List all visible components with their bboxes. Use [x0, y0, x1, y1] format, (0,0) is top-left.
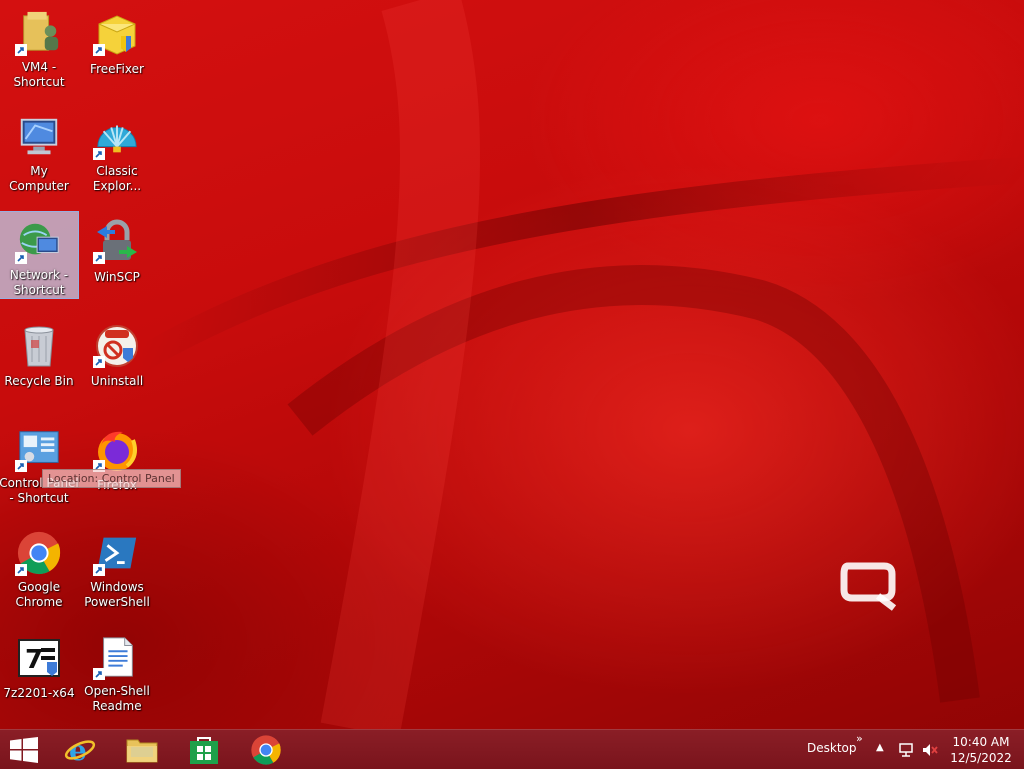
- 7zip-icon: 7: [18, 639, 60, 677]
- shortcut-arrow-icon: [15, 44, 27, 56]
- computer-icon: [20, 118, 58, 155]
- desktop-toolbar-label[interactable]: Desktop: [807, 741, 857, 755]
- desktop-icon-google-chrome[interactable]: Google Chrome: [0, 524, 78, 610]
- shortcut-arrow-icon: [15, 564, 27, 576]
- icon-label: FreeFixer: [90, 62, 144, 76]
- store-icon: [190, 736, 218, 764]
- icon-label: Open-Shell Readme: [84, 684, 150, 713]
- taskbar-internet-explorer[interactable]: e: [52, 730, 108, 769]
- shortcut-arrow-icon: [93, 252, 105, 264]
- icon-label: Google Chrome: [15, 580, 63, 609]
- desktop-icon-uninstall[interactable]: Uninstall: [78, 316, 156, 402]
- icon-label: Recycle Bin: [4, 374, 74, 388]
- taskbar-google-chrome[interactable]: [238, 730, 294, 769]
- start-button[interactable]: [0, 730, 48, 769]
- desktop-icon-windows-powershell[interactable]: Windows PowerShell: [78, 524, 156, 610]
- brand-logo: [840, 562, 897, 611]
- clock-date: 12/5/2022: [950, 751, 1012, 765]
- volume-muted-icon[interactable]: [922, 742, 938, 758]
- svg-text:7: 7: [25, 645, 43, 675]
- icon-label: 7z2201-x64: [3, 686, 75, 700]
- svg-text:e: e: [69, 734, 87, 766]
- desktop-icon-freefixer[interactable]: FreeFixer: [78, 4, 156, 90]
- shortcut-arrow-icon: [15, 460, 27, 472]
- clock-time: 10:40 AM: [952, 735, 1010, 749]
- recycle-bin-icon: [24, 326, 54, 367]
- ie-icon: e: [64, 734, 96, 766]
- icon-label: Network - Shortcut: [9, 268, 69, 297]
- icon-label: WinSCP: [94, 270, 140, 284]
- tooltip: Location: Control Panel: [42, 469, 181, 488]
- shortcut-arrow-icon: [15, 252, 27, 264]
- icon-label: Windows PowerShell: [84, 580, 150, 609]
- desktop-icon-winscp[interactable]: WinSCP: [78, 212, 156, 298]
- shortcut-arrow-icon: [93, 356, 105, 368]
- icon-label: My Computer: [9, 164, 69, 193]
- shortcut-arrow-icon: [93, 148, 105, 160]
- desktop-icon-7z2201-x64[interactable]: 7 7z2201-x64: [0, 628, 78, 714]
- shortcut-arrow-icon: [93, 668, 105, 680]
- icon-label: VM4 - Shortcut: [13, 60, 65, 89]
- desktop-icon-recycle-bin[interactable]: Recycle Bin: [0, 316, 78, 402]
- chrome-icon: [251, 734, 281, 765]
- show-hidden-icons-button[interactable]: ▲: [876, 742, 884, 753]
- desktop-icon-my-computer[interactable]: My Computer: [0, 108, 78, 194]
- windows-logo-icon: [10, 736, 38, 763]
- shortcut-arrow-icon: [93, 564, 105, 576]
- taskbar-store[interactable]: [176, 730, 232, 769]
- desktop-icon-classic-explorer[interactable]: Classic Explor...: [78, 108, 156, 194]
- desktop-icon-vm4-shortcut[interactable]: VM4 - Shortcut: [0, 4, 78, 90]
- icon-label: Uninstall: [90, 374, 144, 388]
- folder-icon: [126, 739, 158, 762]
- toolbar-chevron-icon[interactable]: »: [856, 732, 863, 745]
- desktop-icon-network-shortcut[interactable]: Network - Shortcut: [0, 211, 79, 299]
- system-clock[interactable]: 10:40 AM 12/5/2022: [948, 734, 1014, 766]
- desktop-icon-firefox[interactable]: Firefox: [78, 420, 156, 506]
- network-tray-icon[interactable]: [898, 742, 914, 758]
- icon-label: Classic Explor...: [92, 164, 142, 193]
- taskbar: e Desktop » ▲ 10:40 AM 12/5/2022: [0, 729, 1024, 769]
- taskbar-file-explorer[interactable]: [114, 730, 170, 769]
- shortcut-arrow-icon: [93, 44, 105, 56]
- desktop-icon-open-shell-readme[interactable]: Open-Shell Readme: [78, 628, 156, 714]
- desktop-icon-control-panel-shortcut[interactable]: Control Panel - Shortcut: [0, 420, 79, 506]
